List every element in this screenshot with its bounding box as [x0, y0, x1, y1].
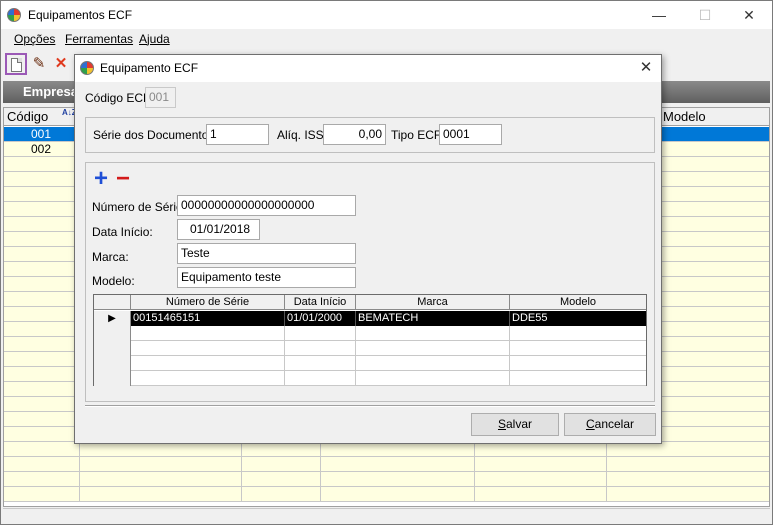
status-bar [3, 508, 770, 524]
new-document-icon [10, 58, 22, 72]
row-indicator[interactable] [94, 326, 131, 341]
marca-field[interactable]: Teste [177, 243, 356, 264]
menu-bar: Opções Ferramentas Ajuda [1, 29, 772, 49]
column-modelo-grid[interactable]: Modelo [510, 295, 646, 310]
grid-cell[interactable] [131, 371, 285, 386]
sort-icon[interactable]: A↓Z [62, 109, 77, 117]
grid-cell[interactable] [356, 371, 510, 386]
row-indicator[interactable] [94, 356, 131, 371]
grid-row[interactable] [94, 371, 646, 386]
row-indicator[interactable] [94, 371, 131, 386]
minimize-button[interactable]: — [636, 1, 682, 29]
delete-x-icon: ✕ [54, 55, 68, 72]
row-indicator[interactable]: ▶ [94, 311, 131, 326]
table-row[interactable] [4, 487, 769, 502]
table-row[interactable] [4, 472, 769, 487]
column-numero-serie[interactable]: Número de Série [131, 295, 285, 310]
grid-cell[interactable] [131, 341, 285, 356]
grid-cell[interactable] [510, 326, 646, 341]
data-inicio-field[interactable]: 01/01/2018 [177, 219, 260, 240]
grid-cell[interactable] [285, 326, 356, 341]
save-button[interactable]: Salvar [471, 413, 559, 436]
serie-documentos-label: Série dos Documentos: [93, 128, 218, 142]
remove-icon[interactable]: − [116, 167, 130, 191]
grid-cell[interactable]: 01/01/2000 [285, 311, 356, 326]
app-logo-icon [7, 8, 21, 22]
codigo-cell: 001 [31, 127, 52, 141]
dialog-title: Equipamento ECF [100, 61, 199, 75]
grid-cell[interactable]: BEMATECH [356, 311, 510, 326]
modelo-field[interactable]: Equipamento teste [177, 267, 356, 288]
grid-row[interactable] [94, 326, 646, 341]
new-button[interactable] [5, 53, 27, 75]
edit-button[interactable]: ✎ [28, 53, 50, 75]
dialog-logo-icon [80, 61, 94, 75]
tipo-ecf-field[interactable]: 0001 [439, 124, 502, 145]
dialog-separator [85, 405, 655, 407]
serie-documentos-field[interactable]: 1 [206, 124, 269, 145]
add-icon[interactable]: + [94, 167, 108, 191]
group-band-label: Empresa [23, 84, 78, 99]
grid-cell[interactable] [131, 356, 285, 371]
grid-cell[interactable] [131, 326, 285, 341]
grid-row[interactable] [94, 341, 646, 356]
grid-cell[interactable] [285, 371, 356, 386]
marca-label: Marca: [92, 250, 129, 264]
grid-cell[interactable] [510, 356, 646, 371]
menu-ajuda[interactable]: Ajuda [139, 32, 170, 46]
column-codigo[interactable]: Código [4, 108, 48, 126]
grid-row[interactable] [94, 356, 646, 371]
grid-cell[interactable] [356, 356, 510, 371]
codigo-ecf-field: 001 [145, 87, 176, 108]
column-data-inicio[interactable]: Data Início [285, 295, 356, 310]
table-row[interactable] [4, 442, 769, 457]
grid-cell[interactable]: DDE55 [510, 311, 646, 326]
close-button[interactable]: ✕ [726, 1, 772, 29]
menu-opcoes[interactable]: Opções [14, 32, 55, 46]
cancel-button[interactable]: Cancelar [564, 413, 656, 436]
grid-cell[interactable] [356, 326, 510, 341]
grid-cell[interactable] [285, 356, 356, 371]
numero-serie-label: Número de Série: [92, 200, 187, 214]
grid-cell[interactable] [510, 341, 646, 356]
column-modelo[interactable]: Modelo [660, 108, 706, 126]
grid-row[interactable]: ▶ 00151465151 01/01/2000 BEMATECH DDE55 [94, 311, 646, 326]
menu-ferramentas[interactable]: Ferramentas [65, 32, 133, 46]
codigo-cell: 002 [31, 142, 52, 156]
equipment-grid[interactable]: Número de Série Data Início Marca Modelo… [93, 294, 647, 386]
data-inicio-label: Data Início: [92, 225, 153, 239]
table-row[interactable] [4, 457, 769, 472]
grid-cell[interactable] [285, 341, 356, 356]
document-frame: Série dos Documentos: 1 Alíq. ISS: 0,00 … [85, 117, 655, 153]
aliq-iss-field[interactable]: 0,00 [323, 124, 386, 145]
codigo-ecf-label: Código ECF: [85, 91, 154, 105]
modelo-label: Modelo: [92, 274, 135, 288]
dialog-close-button[interactable]: ✕ [635, 57, 657, 79]
delete-button[interactable]: ✕ [50, 53, 72, 75]
window-title: Equipamentos ECF [28, 8, 133, 22]
aliq-iss-label: Alíq. ISS: [277, 128, 328, 142]
title-bar: Equipamentos ECF — ☐ ✕ [1, 1, 772, 29]
column-marca[interactable]: Marca [356, 295, 510, 310]
maximize-button[interactable]: ☐ [682, 1, 728, 29]
equipment-dialog: Equipamento ECF ✕ Código ECF: 001 Série … [74, 54, 662, 444]
numero-serie-field[interactable]: 00000000000000000000 [177, 195, 356, 216]
grid-corner [94, 295, 131, 310]
grid-cell[interactable]: 00151465151 [131, 311, 285, 326]
row-indicator[interactable] [94, 341, 131, 356]
grid-cell[interactable] [356, 341, 510, 356]
tipo-ecf-label: Tipo ECF: [391, 128, 445, 142]
edit-pencil-icon: ✎ [32, 55, 46, 72]
grid-cell[interactable] [510, 371, 646, 386]
dialog-title-bar: Equipamento ECF ✕ [75, 55, 661, 82]
